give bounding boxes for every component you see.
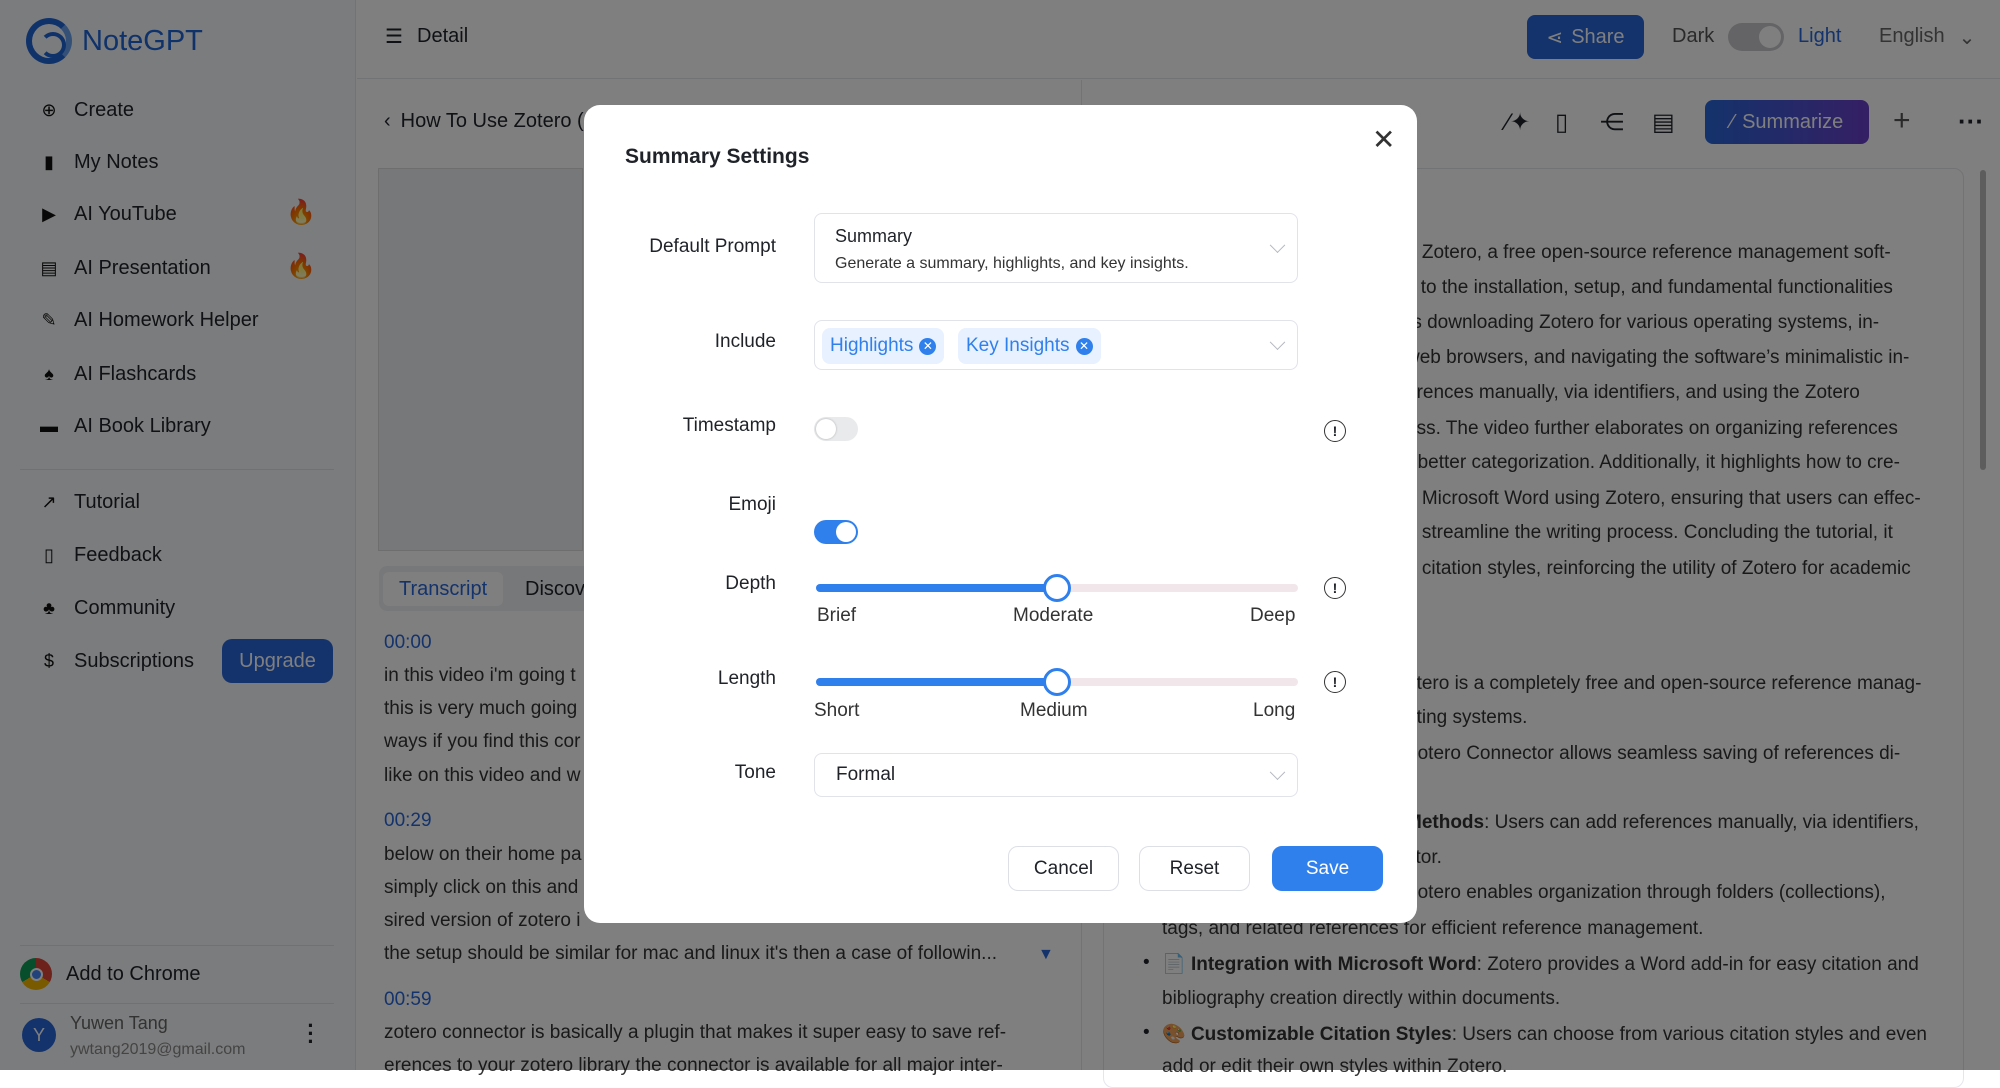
tag-key-insights: Key Insights ✕ [958, 328, 1101, 364]
chevron-down-icon [1269, 764, 1286, 781]
timestamp-toggle[interactable] [814, 417, 858, 441]
tag-highlights: Highlights ✕ [822, 328, 945, 364]
info-icon[interactable]: ! [1324, 577, 1346, 599]
chevron-down-icon [1269, 237, 1286, 254]
slider-fill [816, 584, 1057, 592]
depth-option: Moderate [1013, 605, 1094, 626]
close-icon[interactable]: ✕ [1372, 123, 1395, 156]
timestamp-label: Timestamp [682, 415, 776, 436]
length-option: Long [1253, 700, 1296, 721]
remove-tag-icon[interactable]: ✕ [1075, 337, 1093, 355]
info-icon[interactable]: ! [1324, 671, 1346, 693]
tone-label: Tone [734, 762, 776, 783]
reset-button[interactable]: Reset [1139, 846, 1250, 891]
include-select[interactable]: Highlights ✕ Key Insights ✕ [814, 320, 1298, 370]
chevron-down-icon [1269, 334, 1286, 351]
summary-settings-dialog: Summary Settings ✕ Default Prompt Summar… [584, 105, 1417, 923]
tag-label: Highlights [830, 335, 914, 356]
emoji-label: Emoji [728, 494, 776, 515]
dialog-title: Summary Settings [625, 145, 810, 168]
save-button[interactable]: Save [1272, 846, 1383, 891]
emoji-toggle[interactable] [814, 520, 858, 544]
tag-label: Key Insights [966, 335, 1070, 356]
depth-slider[interactable] [816, 574, 1298, 602]
length-option: Short [814, 700, 860, 721]
depth-label: Depth [725, 573, 776, 594]
slider-fill [816, 678, 1057, 686]
default-prompt-label: Default Prompt [649, 236, 776, 257]
length-slider[interactable] [816, 668, 1298, 696]
slider-handle[interactable] [1043, 668, 1071, 696]
info-icon[interactable]: ! [1324, 420, 1346, 442]
slider-handle[interactable] [1043, 574, 1071, 602]
depth-option: Deep [1250, 605, 1296, 626]
length-option: Medium [1020, 700, 1088, 721]
include-label: Include [714, 331, 776, 352]
default-prompt-select[interactable]: Summary Generate a summary, highlights, … [814, 213, 1298, 283]
depth-option: Brief [817, 605, 857, 626]
prompt-description: Generate a summary, highlights, and key … [835, 255, 1189, 272]
remove-tag-icon[interactable]: ✕ [919, 337, 937, 355]
tone-value: Formal [836, 764, 896, 785]
prompt-value: Summary [835, 226, 913, 246]
cancel-button[interactable]: Cancel [1008, 846, 1119, 891]
tone-select[interactable]: Formal [814, 753, 1298, 797]
length-label: Length [717, 668, 776, 689]
